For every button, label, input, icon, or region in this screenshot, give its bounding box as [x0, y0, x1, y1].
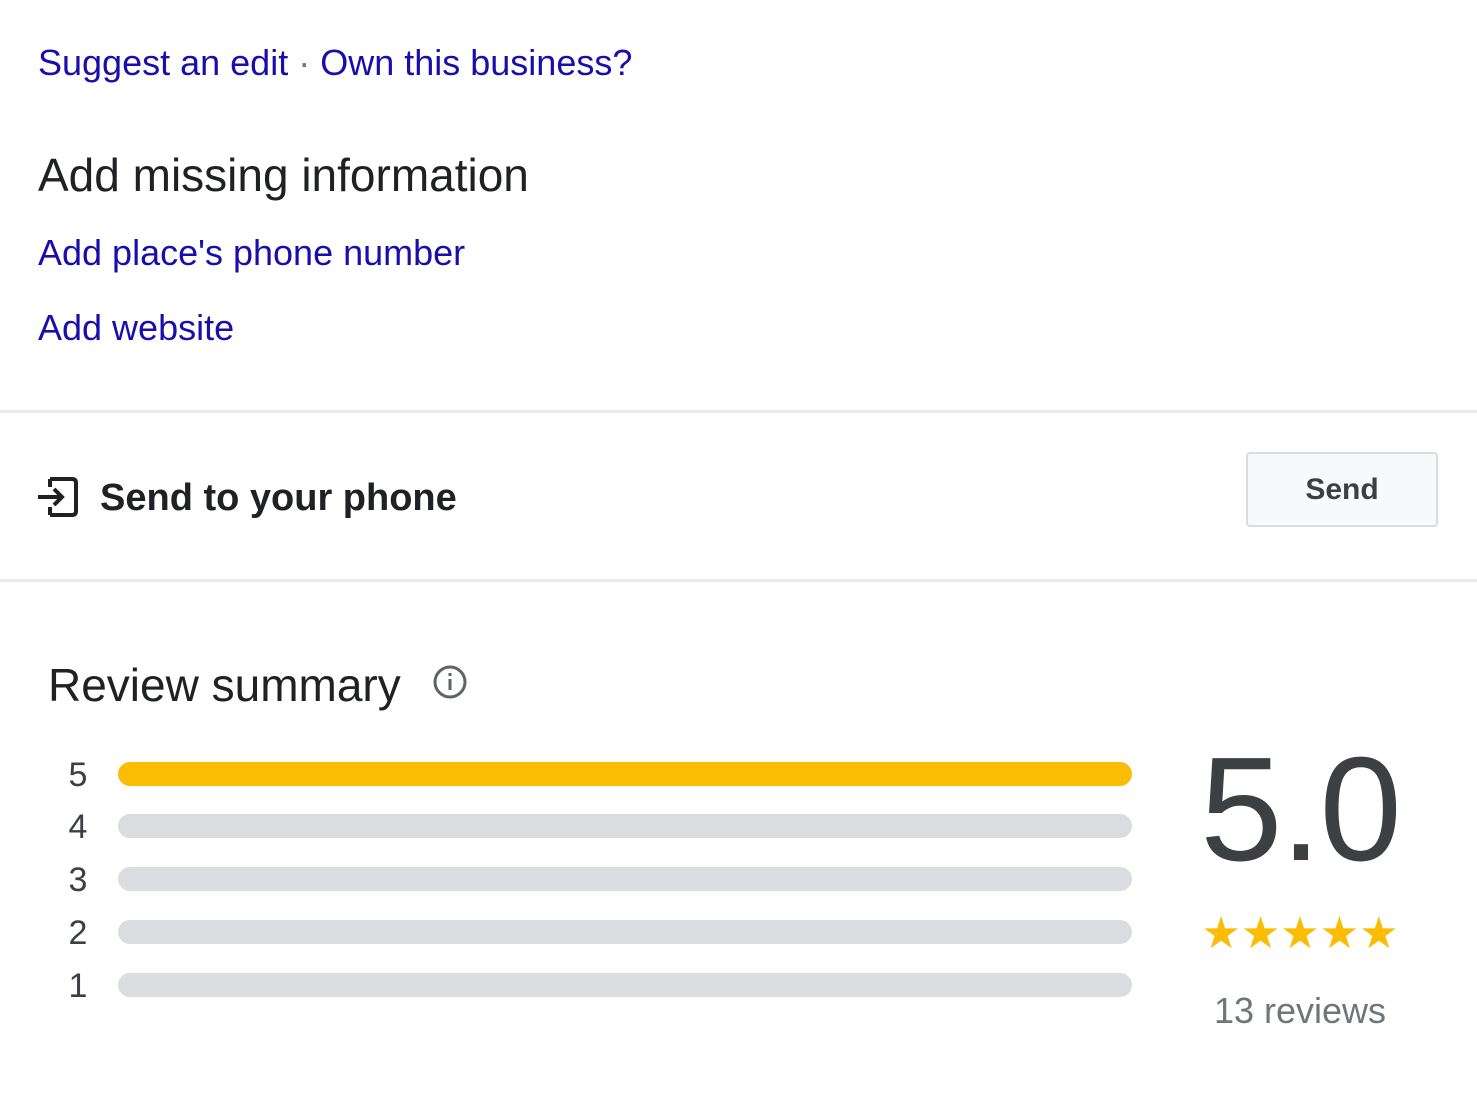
suggest-edit-link[interactable]: Suggest an edit	[38, 42, 288, 83]
rating-bar-label: 1	[68, 967, 88, 1005]
send-to-device-icon	[36, 475, 80, 519]
rating-bar-track	[118, 762, 1132, 786]
rating-bar-row[interactable]: 1	[60, 963, 1140, 1009]
rating-bar-row[interactable]: 5	[60, 752, 1140, 798]
missing-info-heading: Add missing information	[38, 149, 529, 201]
send-button[interactable]: Send	[1246, 452, 1438, 527]
reviews-count-link[interactable]: 13 reviews	[1190, 988, 1410, 1034]
average-rating-value: 5.0	[1200, 727, 1402, 892]
rating-bar-row[interactable]: 2	[60, 910, 1140, 956]
edit-links-row: Suggest an edit · Own this business?	[38, 40, 632, 86]
add-website-link[interactable]: Add website	[38, 305, 234, 351]
rating-bar-track	[118, 973, 1132, 997]
section-divider	[0, 410, 1477, 413]
rating-bar-track	[118, 920, 1132, 944]
rating-bar-track	[118, 867, 1132, 891]
section-divider	[0, 579, 1477, 582]
rating-bar-label: 2	[68, 914, 88, 952]
rating-bar-track	[118, 814, 1132, 838]
rating-bar-row[interactable]: 3	[60, 857, 1140, 903]
review-summary-heading: Review summary	[48, 659, 401, 711]
rating-bar-row[interactable]: 4	[60, 804, 1140, 850]
rating-bar-label: 4	[68, 808, 88, 846]
rating-bar-label: 5	[68, 756, 88, 794]
rating-bar-label: 3	[68, 861, 88, 899]
add-phone-number-link[interactable]: Add place's phone number	[38, 230, 465, 276]
star-rating-icons: ★★★★★	[1201, 909, 1399, 958]
info-icon[interactable]	[432, 664, 468, 700]
separator-dot: ·	[298, 42, 311, 83]
rating-bar-fill	[118, 762, 1132, 786]
send-to-phone-label: Send to your phone	[100, 477, 457, 519]
own-business-link[interactable]: Own this business?	[320, 42, 632, 83]
